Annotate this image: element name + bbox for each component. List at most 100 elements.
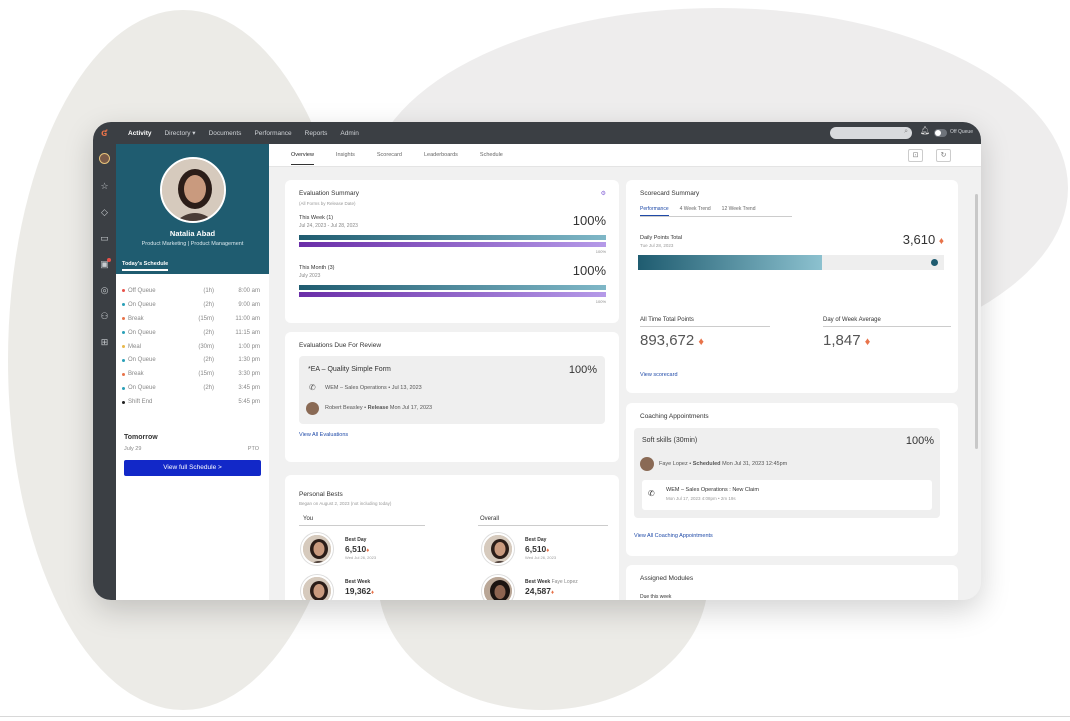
evaluation-meta: Robert Beasley • Release Mon Jul 17, 202… bbox=[325, 405, 433, 411]
best-day-label: Best Day bbox=[345, 537, 367, 543]
schedule-time: 3:30 pm bbox=[238, 371, 260, 378]
star-icon[interactable]: ☆ bbox=[98, 180, 111, 193]
release-date: Mon Jul 17, 2023 bbox=[389, 405, 433, 411]
tab-insights[interactable]: Insights bbox=[336, 146, 355, 164]
scorecard-tabs: Performance 4 Week Trend 12 Week Trend bbox=[640, 206, 792, 217]
view-scorecard-link[interactable]: View scorecard bbox=[640, 372, 678, 378]
icon-rail: ☆ ◇ ▭ ▣ ◎ ⚇ ⊞ bbox=[93, 144, 116, 600]
schedule-duration: (2h) bbox=[203, 301, 214, 308]
tag-icon[interactable]: ◇ bbox=[98, 206, 111, 219]
tab-4-week-trend[interactable]: 4 Week Trend bbox=[680, 206, 711, 216]
tab-scorecard[interactable]: Scorecard bbox=[377, 146, 402, 164]
schedule-activity: On Queue bbox=[128, 357, 156, 364]
month-bar-track-1 bbox=[299, 285, 606, 290]
month-percent: 100% bbox=[572, 263, 606, 278]
month-progress-bar-secondary bbox=[299, 292, 606, 297]
phone-icon: ✆ bbox=[648, 489, 655, 498]
queue-toggle[interactable] bbox=[934, 129, 947, 137]
card-title: Coaching Appointments bbox=[640, 413, 709, 420]
top-nav: ʛ Activity Directory ▾ Documents Perform… bbox=[93, 122, 981, 144]
card-title: Personal Bests bbox=[299, 491, 343, 498]
sub-tabs: Overview Insights Scorecard Leaderboards… bbox=[269, 144, 981, 167]
evaluator-avatar bbox=[306, 402, 319, 415]
view-full-schedule-button[interactable]: View full Schedule > bbox=[124, 460, 261, 476]
video-icon[interactable]: ▭ bbox=[98, 232, 111, 245]
schedule-activity: On Queue bbox=[128, 385, 156, 392]
profile-header: Natalia Abad Product Marketing | Product… bbox=[116, 144, 269, 274]
evaluation-percent: 100% bbox=[568, 364, 597, 376]
card-subtitle: (All Forms by Release Date) bbox=[299, 201, 356, 206]
schedule-time: 8:00 am bbox=[238, 287, 260, 294]
gem-icon: ♦ bbox=[864, 336, 871, 348]
best-day-date: Wed Jul 26, 2023 bbox=[345, 555, 377, 560]
week-bar-label: 100% bbox=[595, 249, 606, 254]
nav-directory[interactable]: Directory ▾ bbox=[164, 129, 195, 137]
card-title: Evaluations Due For Review bbox=[299, 342, 382, 349]
card-title: Assigned Modules bbox=[640, 575, 694, 582]
schedule-duration: (2h) bbox=[203, 385, 214, 392]
tab-12-week-trend[interactable]: 12 Week Trend bbox=[722, 206, 756, 216]
people-icon[interactable]: ⚇ bbox=[98, 310, 111, 323]
settings-icon[interactable]: ⚙ bbox=[601, 190, 606, 197]
nav-documents[interactable]: Documents bbox=[209, 130, 242, 137]
coaching-appointments-card: Coaching Appointments Soft skills (30min… bbox=[626, 403, 958, 556]
gem-icon: ♦ bbox=[551, 590, 555, 596]
schedule-duration: (2h) bbox=[203, 357, 214, 364]
tab-performance[interactable]: Performance bbox=[640, 206, 669, 216]
evaluation-item[interactable]: *EA – Quality Simple Form 100% ✆ WEM – S… bbox=[299, 356, 605, 424]
nav-reports[interactable]: Reports bbox=[305, 130, 328, 137]
profile-name: Natalia Abad bbox=[169, 229, 216, 238]
tab-overview[interactable]: Overview bbox=[291, 146, 314, 165]
evaluation-form-name: *EA – Quality Simple Form bbox=[308, 366, 391, 373]
nav-admin[interactable]: Admin bbox=[340, 130, 358, 137]
inbox-icon[interactable]: ▣ bbox=[98, 258, 111, 271]
coaching-claim[interactable]: ✆ WEM – Sales Operations : New Claim Mon… bbox=[642, 480, 932, 510]
schedule-list: Off Queue (1h) 8:00 am On Queue (2h) 9:00 am B… bbox=[122, 284, 260, 409]
info-icon[interactable] bbox=[931, 259, 938, 266]
schedule-activity: Break bbox=[128, 371, 144, 378]
month-bar-track-2 bbox=[299, 292, 606, 297]
gem-icon: ♦ bbox=[366, 548, 370, 554]
globe-icon[interactable]: ◎ bbox=[98, 284, 111, 297]
schedule-row: Break (15m) 11:00 am bbox=[122, 312, 260, 326]
week-date: Jul 24, 2023 - Jul 28, 2023 bbox=[299, 223, 358, 229]
org-icon[interactable]: ⊞ bbox=[98, 336, 111, 349]
scrollbar[interactable] bbox=[975, 194, 978, 449]
app-logo-icon[interactable]: ʛ bbox=[93, 128, 115, 139]
coaching-item[interactable]: Soft skills (30min) 100% Faye Lopez • Sc… bbox=[634, 428, 940, 518]
schedule-row: Break (15m) 3:30 pm bbox=[122, 367, 260, 381]
bell-icon[interactable]: 🔔︎ bbox=[920, 126, 930, 135]
notification-dot bbox=[107, 258, 111, 262]
tab-schedule[interactable]: Schedule bbox=[480, 146, 503, 164]
tab-leaderboards[interactable]: Leaderboards bbox=[424, 146, 458, 164]
tomorrow-date: July 29 bbox=[124, 446, 142, 452]
evaluations-due-card: Evaluations Due For Review *EA – Quality… bbox=[285, 332, 619, 462]
gem-icon: ♦ bbox=[938, 236, 944, 247]
schedule-row: Off Queue (1h) 8:00 am bbox=[122, 284, 260, 298]
avatar[interactable] bbox=[99, 153, 110, 164]
app-window: ʛ Activity Directory ▾ Documents Perform… bbox=[93, 122, 981, 600]
card-subtitle: Began on August 2, 2023 (not including t… bbox=[299, 501, 392, 506]
nav-activity[interactable]: Activity bbox=[128, 130, 151, 137]
week-percent: 100% bbox=[572, 213, 606, 228]
daily-points-label: Daily Points Total bbox=[640, 235, 683, 241]
refresh-icon[interactable]: ↻ bbox=[936, 149, 951, 162]
schedule-time: 1:30 pm bbox=[238, 357, 260, 364]
overall-best-week-value: 24,587♦ bbox=[525, 586, 555, 596]
status-dot bbox=[122, 386, 125, 390]
tab-todays-schedule[interactable]: Today's Schedule bbox=[122, 261, 169, 271]
schedule-row: On Queue (2h) 1:30 pm bbox=[122, 353, 260, 367]
nav-performance[interactable]: Performance bbox=[254, 130, 291, 137]
daily-points-value: 3,610 ♦ bbox=[902, 232, 944, 247]
view-all-evaluations-link[interactable]: View All Evaluations bbox=[299, 432, 348, 438]
all-time-label: All Time Total Points bbox=[640, 317, 770, 327]
all-time-value: 893,672 ♦ bbox=[640, 332, 705, 349]
search-input[interactable]: ⌕ bbox=[830, 127, 912, 139]
best-week-label: Best Week bbox=[345, 579, 371, 585]
lock-icon[interactable]: ⊡ bbox=[908, 149, 923, 162]
schedule-row: On Queue (2h) 3:45 pm bbox=[122, 381, 260, 395]
month-bar-label: 100% bbox=[595, 299, 606, 304]
main-content: Overview Insights Scorecard Leaderboards… bbox=[269, 144, 981, 600]
you-column-header: You bbox=[299, 514, 425, 526]
view-all-coaching-link[interactable]: View All Coaching Appointments bbox=[634, 533, 713, 539]
